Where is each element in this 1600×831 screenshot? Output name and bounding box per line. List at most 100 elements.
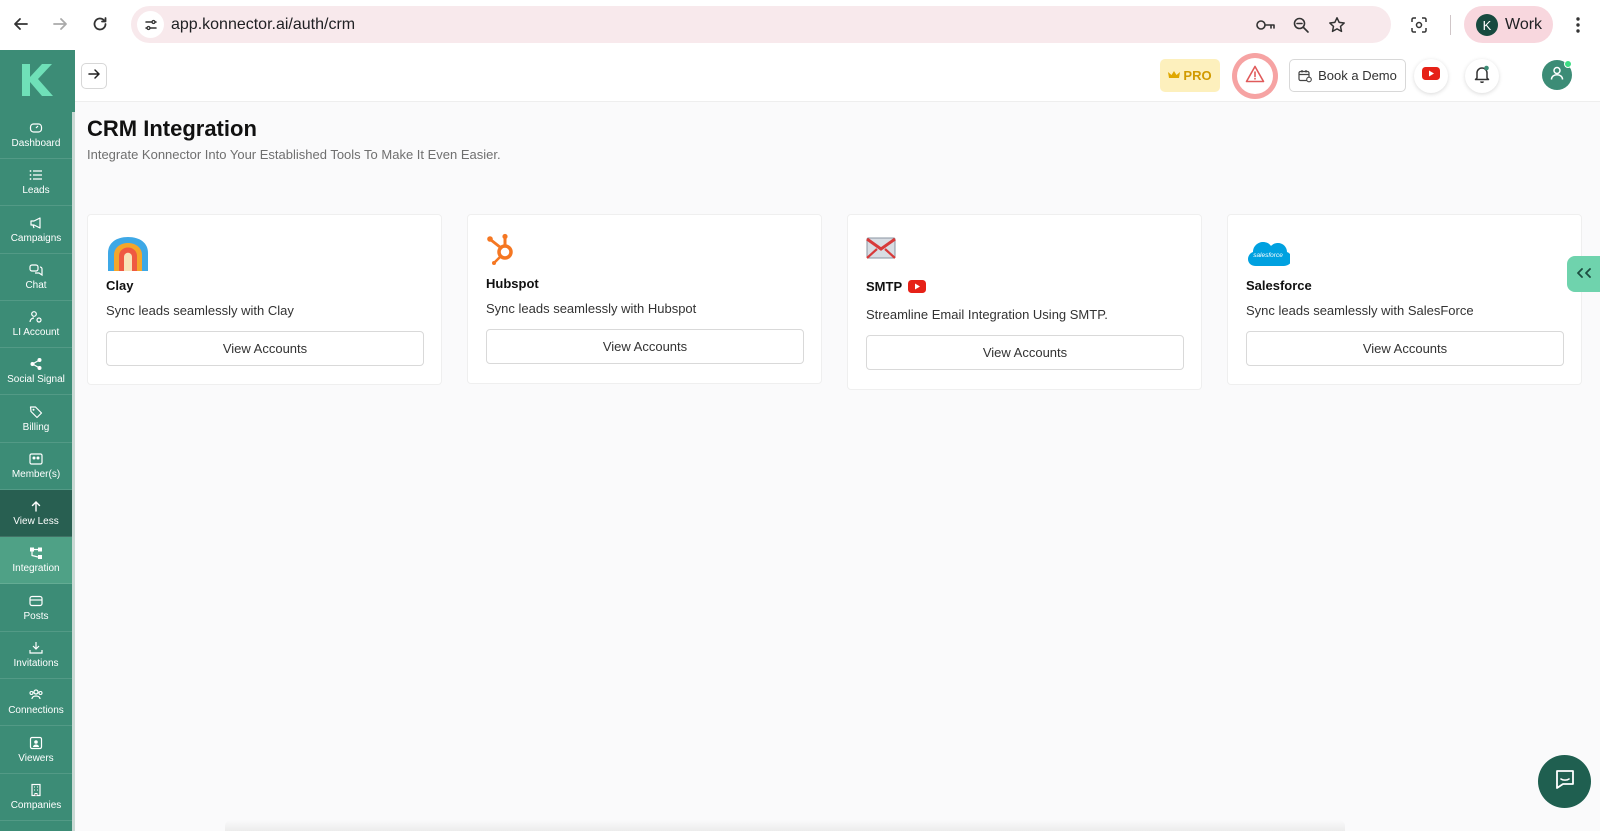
page-subtitle: Integrate Konnector Into Your Establishe… [87,147,501,162]
card-title: Hubspot [486,276,539,291]
card-title: SMTP [866,279,927,294]
clay-logo-icon [106,235,150,278]
integration-card-smtp: SMTP Streamline Email Integration Using … [847,214,1202,390]
sidebar-item-label: Invitations [13,658,59,669]
back-arrow-icon[interactable] [9,12,33,36]
sidebar-item-label: View Less [13,516,59,527]
card-title: Clay [106,278,134,293]
calendar-user-icon [1298,69,1312,83]
email-envelope-icon [866,237,896,264]
sidebar-item-campaigns[interactable]: Campaigns [0,207,72,254]
youtube-button[interactable] [1414,59,1448,93]
profile-avatar: K [1476,14,1498,36]
url-text: app.konnector.ai/auth/crm [171,16,356,33]
support-chat-button[interactable] [1538,755,1591,808]
companies-icon [29,783,43,797]
arrow-right-icon [87,67,101,86]
share-icon [29,357,43,371]
sidebar-item-label: Dashboard [11,138,61,149]
sidebar-item-label: LI Account [12,327,60,338]
sidebar-item-label: Campaigns [10,233,62,244]
online-status-dot [1564,60,1572,68]
bookmark-star-icon[interactable] [1326,14,1348,36]
card-description: Sync leads seamlessly with SalesForce [1246,303,1474,318]
sidebar-item-leads[interactable]: Leads [0,159,72,206]
megaphone-icon [29,216,43,230]
sidebar-item-integration[interactable]: Integration [0,537,72,584]
screenshot-icon[interactable] [1408,14,1430,36]
sidebar-item-li-account[interactable]: LI Account [0,301,72,348]
salesforce-logo-icon: salesforce [1246,239,1292,274]
forward-arrow-icon[interactable] [48,12,72,36]
konnector-logo[interactable] [14,60,60,100]
app-topbar: PRO Book a Demo [75,50,1600,102]
sidebar-item-social-signal[interactable]: Social Signal [0,348,72,395]
sidebar-item-viewers[interactable]: Viewers [0,727,72,774]
collapse-panel-tab[interactable] [1567,256,1600,292]
book-demo-button[interactable]: Book a Demo [1289,59,1406,92]
connections-icon [29,688,43,702]
main-content: PRO Book a Demo CRM Integration Integrat… [75,50,1600,831]
sidebar-item-chat[interactable]: Chat [0,254,72,301]
sidebar-item-label: Viewers [18,753,54,764]
user-settings-icon [29,310,43,324]
crown-icon [1168,68,1181,83]
youtube-icon[interactable] [908,280,927,293]
user-icon [1549,65,1565,86]
sidebar-item-connections[interactable]: Connections [0,679,72,726]
sidebar-item-label: Billing [22,422,50,433]
profile-chip[interactable]: K Work [1464,6,1553,43]
chat-bubble-icon [1554,768,1576,795]
card-title-text: SMTP [866,279,903,294]
dashboard-icon [29,121,43,135]
view-accounts-button[interactable]: View Accounts [486,329,804,364]
zoom-icon[interactable] [1290,14,1312,36]
expand-sidebar-button[interactable] [81,63,107,89]
bell-icon [1474,65,1490,88]
sidebar-item-view-less[interactable]: View Less [0,490,72,537]
integration-card-clay: Clay Sync leads seamlessly with Clay Vie… [87,214,442,385]
posts-icon [29,594,43,608]
address-bar[interactable]: app.konnector.ai/auth/crm [131,6,1391,43]
sidebar: Dashboard Leads Campaigns Chat LI Accoun… [0,50,75,831]
sidebar-item-label: Chat [25,280,47,291]
sidebar-item-label: Member(s) [11,469,61,480]
browser-toolbar: app.konnector.ai/auth/crm K Work [0,0,1600,50]
sidebar-item-label: Connections [8,705,64,716]
sidebar-item-dashboard[interactable]: Dashboard [0,112,72,159]
sidebar-item-posts[interactable]: Posts [0,585,72,632]
password-key-icon[interactable] [1255,14,1277,36]
youtube-icon [1422,67,1440,85]
sidebar-item-members[interactable]: Member(s) [0,443,72,490]
site-info-icon[interactable] [137,11,164,38]
card-title: Salesforce [1246,278,1312,293]
bottom-panel-edge [225,820,1345,831]
hubspot-logo-icon [486,231,518,270]
view-accounts-button[interactable]: View Accounts [106,331,424,366]
warning-icon [1245,65,1265,88]
sidebar-item-label: Companies [10,800,62,811]
arrow-up-icon [29,499,43,513]
view-accounts-button[interactable]: View Accounts [1246,331,1564,366]
sidebar-item-companies[interactable]: Companies [0,774,72,821]
card-description: Sync leads seamlessly with Clay [106,303,294,318]
warning-button[interactable] [1232,53,1278,99]
list-icon [29,168,43,182]
reload-icon[interactable] [88,12,112,36]
book-demo-label: Book a Demo [1318,68,1397,83]
more-vert-icon[interactable] [1568,12,1588,38]
sidebar-item-label: Leads [22,185,50,196]
view-accounts-button[interactable]: View Accounts [866,335,1184,370]
sidebar-item-invitations[interactable]: Invitations [0,632,72,679]
pro-badge[interactable]: PRO [1160,59,1220,92]
profile-name: Work [1505,16,1543,33]
integration-icon [29,546,43,560]
viewers-icon [29,736,43,750]
members-icon [29,452,43,466]
sidebar-item-label: Social Signal [7,374,65,385]
notifications-button[interactable] [1465,59,1499,93]
sidebar-item-billing[interactable]: Billing [0,396,72,443]
integration-card-hubspot: Hubspot Sync leads seamlessly with Hubsp… [467,214,822,384]
card-description: Streamline Email Integration Using SMTP. [866,307,1108,322]
card-description: Sync leads seamlessly with Hubspot [486,301,697,316]
